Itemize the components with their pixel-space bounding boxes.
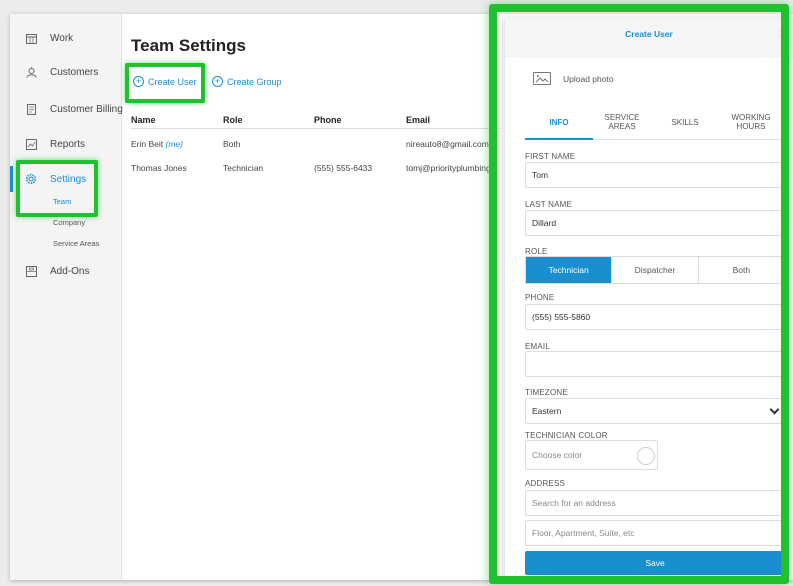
- row-role-cell: Both: [223, 139, 241, 149]
- sidebar-item-label: Work: [50, 32, 74, 44]
- reports-icon: [25, 138, 37, 150]
- create-group-label: Create Group: [227, 76, 282, 87]
- close-icon[interactable]: ×: [779, 26, 787, 41]
- role-option-technician[interactable]: Technician: [526, 257, 613, 283]
- role-selector: Technician Dispatcher Both: [525, 256, 785, 284]
- timezone-select[interactable]: Eastern: [525, 398, 787, 424]
- first-name-label: FIRST NAME: [525, 152, 576, 161]
- email-label: EMAIL: [525, 342, 551, 351]
- create-group-button[interactable]: + Create Group: [212, 76, 282, 87]
- address-unit-input[interactable]: Floor, Apartment, Suite, etc: [525, 520, 785, 546]
- sidebar-item-reports[interactable]: Reports: [10, 133, 122, 155]
- customers-icon: [25, 66, 37, 78]
- active-tab-underline: [525, 138, 593, 140]
- role-option-dispatcher[interactable]: Dispatcher: [612, 257, 699, 283]
- tab-label: SERVICE: [604, 113, 640, 122]
- address-search-input[interactable]: Search for an address: [525, 490, 785, 516]
- billing-icon: [25, 103, 37, 115]
- image-icon: [533, 72, 551, 85]
- table-header-divider: [131, 128, 501, 129]
- column-header-phone[interactable]: Phone: [314, 115, 342, 125]
- gear-icon: [25, 173, 37, 185]
- phone-label: PHONE: [525, 293, 555, 302]
- column-header-name[interactable]: Name: [131, 115, 156, 125]
- role-option-both[interactable]: Both: [699, 257, 784, 283]
- plus-circle-icon: +: [212, 76, 223, 87]
- sidebar-item-customers[interactable]: Customers: [10, 61, 122, 83]
- timezone-label: TIMEZONE: [525, 388, 568, 397]
- create-user-button[interactable]: + Create User: [133, 76, 197, 87]
- color-swatch-icon: [637, 447, 655, 465]
- row-email-cell: nireauto8@gmail.com: [406, 139, 489, 149]
- row-role-cell: Technician: [223, 163, 264, 173]
- chevron-down-icon: [769, 404, 780, 415]
- panel-header: Create User ×: [505, 18, 793, 58]
- tab-skills[interactable]: SKILLS: [655, 118, 715, 127]
- sidebar-item-label: Add-Ons: [50, 265, 90, 277]
- sidebar-item-label: Reports: [50, 138, 86, 150]
- sidebar-item-customer-billing[interactable]: Customer Billing: [10, 98, 123, 120]
- sidebar-subitem-company[interactable]: Company: [53, 218, 85, 227]
- sidebar-item-add-ons[interactable]: Add-Ons: [10, 260, 122, 282]
- last-name-label: LAST NAME: [525, 200, 572, 209]
- sidebar-item-label: Settings: [50, 173, 87, 185]
- email-field[interactable]: [525, 351, 785, 377]
- column-header-role[interactable]: Role: [223, 115, 243, 125]
- tab-working-hours[interactable]: WORKING HOURS: [719, 113, 783, 131]
- row-phone-cell: (555) 555-6433: [314, 163, 373, 173]
- sidebar-subitem-team[interactable]: Team: [53, 197, 71, 206]
- row-email-cell: tomj@priorityplumbing: [406, 163, 491, 173]
- sidebar-item-label: Customers: [50, 66, 99, 78]
- phone-field[interactable]: (555) 555-5860: [525, 304, 785, 330]
- sidebar-item-work[interactable]: Work: [10, 27, 122, 49]
- row-name-cell: Erin Beit (me): [131, 139, 183, 149]
- page-title: Team Settings: [131, 36, 246, 55]
- sidebar-item-label: Customer Billing: [50, 103, 123, 115]
- first-name-field[interactable]: Tom: [525, 162, 785, 188]
- create-user-panel: Create User × Upload photo INFO SERVICE …: [505, 18, 793, 580]
- role-label: ROLE: [525, 247, 548, 256]
- panel-title: Create User: [625, 29, 673, 39]
- sidebar-item-settings[interactable]: Settings: [10, 168, 122, 190]
- tab-info[interactable]: INFO: [525, 118, 593, 127]
- tab-service-areas[interactable]: SERVICE AREAS: [593, 113, 651, 131]
- addons-icon: [25, 265, 37, 277]
- address-label: ADDRESS: [525, 479, 566, 488]
- me-tag: (me): [165, 139, 183, 149]
- save-button[interactable]: Save: [525, 551, 785, 575]
- create-user-label: Create User: [148, 76, 197, 87]
- tab-label: WORKING: [731, 113, 771, 122]
- plus-circle-icon: +: [133, 76, 144, 87]
- technician-color-label: TECHNICIAN COLOR: [525, 431, 608, 440]
- sidebar-subitem-service-areas[interactable]: Service Areas: [53, 239, 99, 248]
- tab-label-line2: HOURS: [736, 122, 766, 131]
- tab-label: INFO: [549, 118, 569, 127]
- calendar-icon: [25, 32, 37, 44]
- app-window: Work Customers Customer Billing Reports: [10, 14, 793, 580]
- technician-color-picker[interactable]: Choose color: [525, 440, 658, 470]
- column-header-email[interactable]: Email: [406, 115, 430, 125]
- row-name-cell: Thomas Jones: [131, 163, 187, 173]
- tab-label: SKILLS: [671, 118, 699, 127]
- tab-label-line2: AREAS: [608, 122, 636, 131]
- last-name-field[interactable]: Dillard: [525, 210, 785, 236]
- upload-photo-label: Upload photo: [563, 73, 614, 84]
- upload-photo-button[interactable]: Upload photo: [533, 72, 614, 85]
- sidebar: Work Customers Customer Billing Reports: [10, 14, 123, 580]
- timezone-value: Eastern: [532, 406, 562, 416]
- choose-color-placeholder: Choose color: [532, 450, 583, 460]
